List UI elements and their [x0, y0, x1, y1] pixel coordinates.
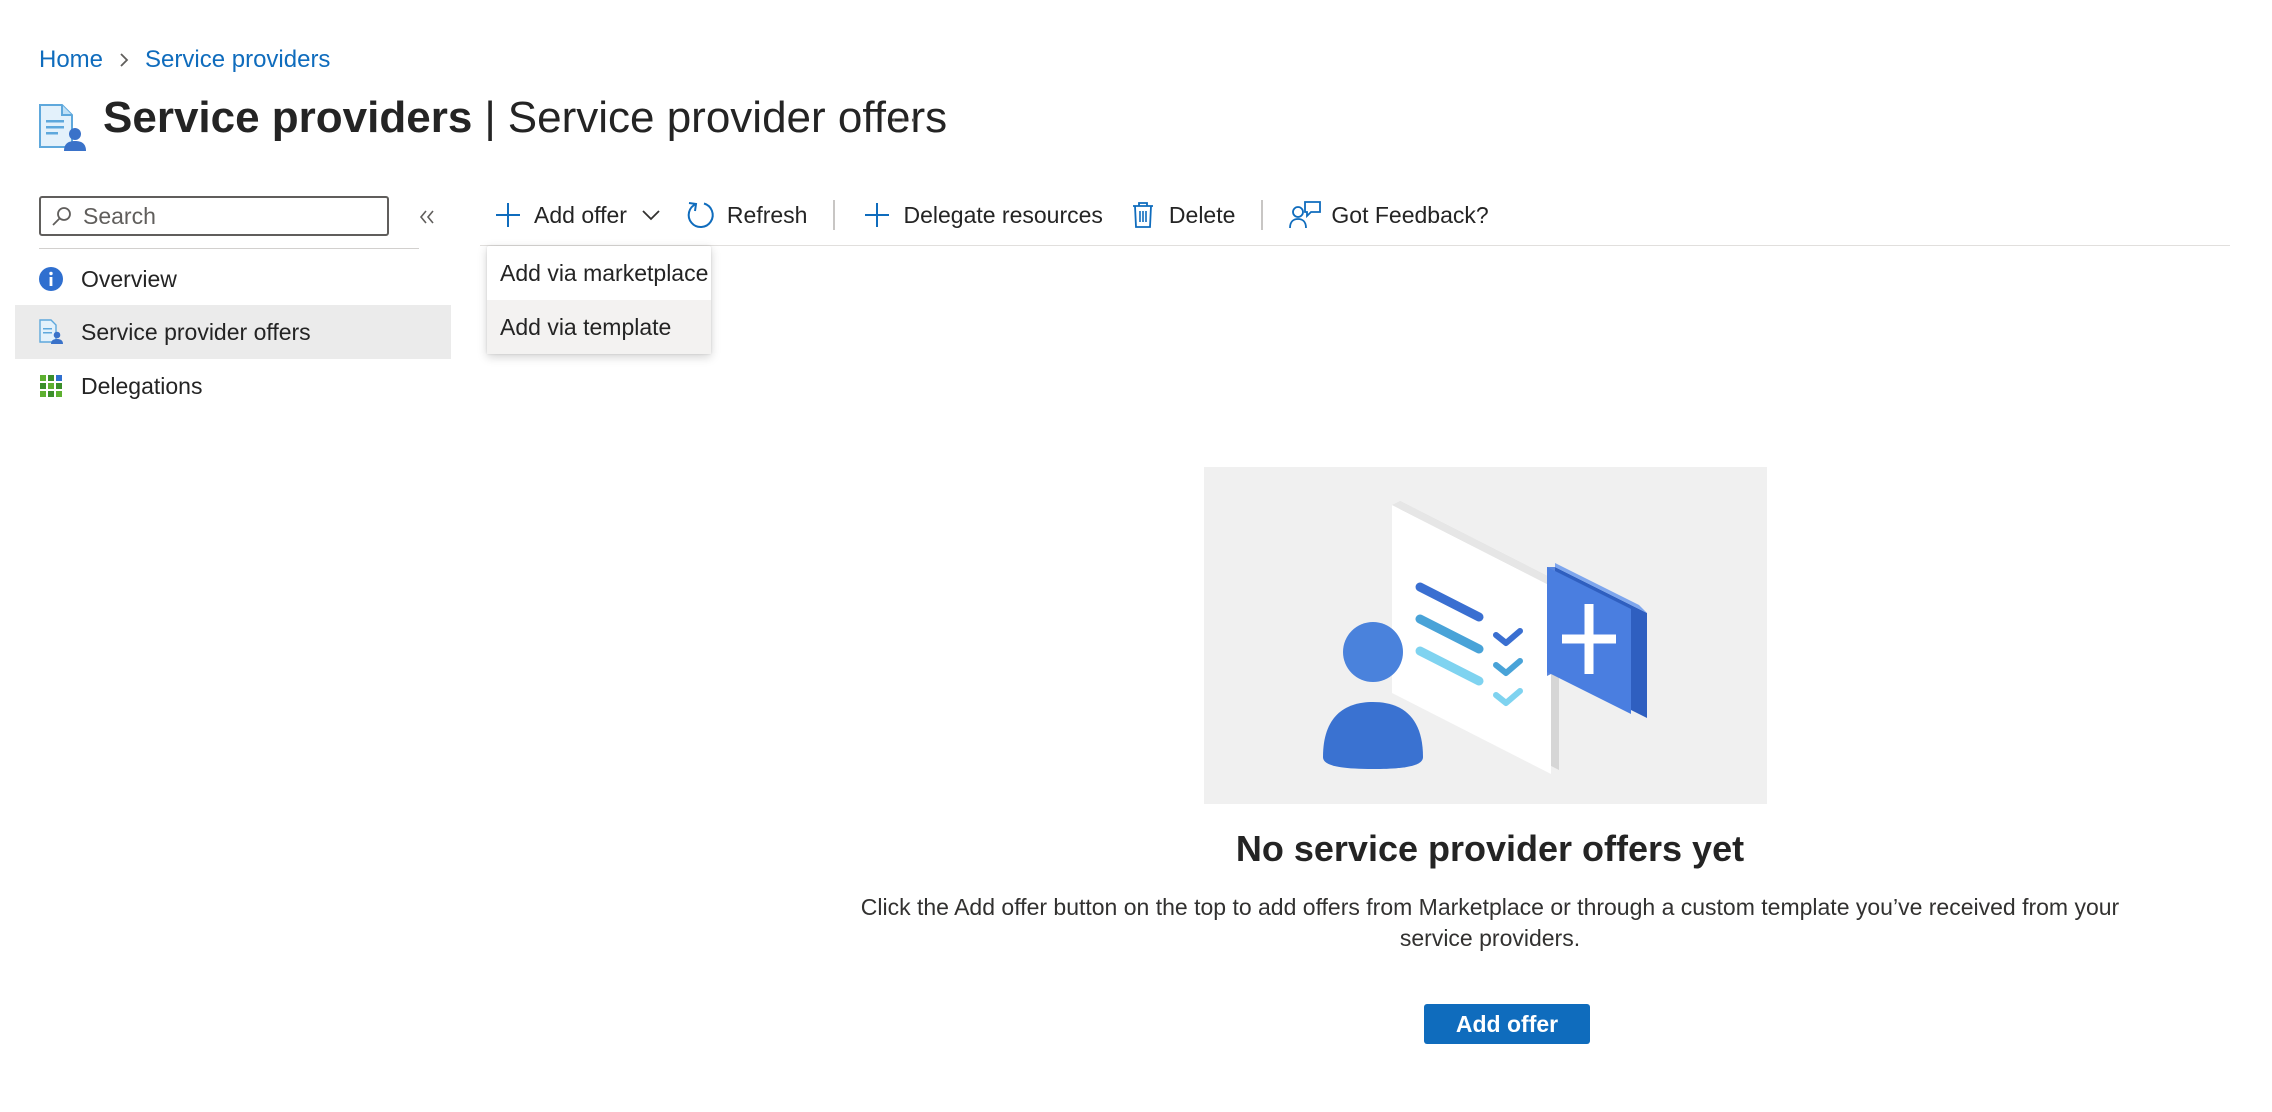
delete-button[interactable]: Delete — [1115, 188, 1247, 242]
double-chevron-left-icon — [419, 210, 434, 224]
nav-divider — [39, 248, 419, 249]
empty-state-title: No service provider offers yet — [1235, 828, 1745, 869]
offers-icon — [37, 318, 65, 346]
trash-icon — [1127, 199, 1159, 231]
menu-item-add-via-template[interactable]: Add via template — [487, 300, 711, 354]
page-title: Service providers | Service provider off… — [103, 86, 947, 150]
empty-state-illustration — [1204, 467, 1767, 804]
page-title-main: Service providers — [103, 93, 473, 142]
search-icon — [47, 201, 77, 231]
nav-item-label: Overview — [81, 265, 177, 292]
nav-search-input[interactable] — [77, 202, 379, 230]
collapse-menu-button[interactable] — [410, 200, 444, 234]
refresh-label: Refresh — [726, 201, 808, 228]
grid-icon — [37, 372, 65, 400]
page-title-sub: Service provider offers — [507, 93, 948, 142]
refresh-button[interactable]: Refresh — [673, 188, 820, 242]
empty-state-description: Click the Add offer button on the top to… — [860, 894, 2120, 951]
command-bar: Add offer Refresh Delegate resources Del… — [480, 188, 1501, 242]
more-options-button[interactable]: ··· — [886, 100, 922, 136]
feedback-icon — [1289, 199, 1322, 231]
chevron-right-icon — [117, 51, 131, 69]
nav-item-label: Service provider offers — [81, 318, 311, 345]
breadcrumb: Home Service providers — [39, 44, 330, 76]
add-offer-primary-button[interactable]: Add offer — [1424, 1004, 1590, 1044]
info-icon — [37, 265, 65, 293]
breadcrumb-home-link[interactable]: Home — [39, 46, 103, 74]
delete-label: Delete — [1168, 201, 1236, 228]
delegate-resources-button[interactable]: Delegate resources — [849, 188, 1114, 242]
nav-item-service-provider-offers[interactable]: Service provider offers — [15, 305, 451, 359]
toolbar-separator — [1261, 200, 1264, 230]
plus-icon — [492, 199, 524, 231]
nav-search-box[interactable] — [39, 196, 389, 236]
plus-icon — [861, 199, 893, 231]
command-bar-divider — [480, 245, 2230, 246]
nav-item-delegations[interactable]: Delegations — [15, 359, 451, 413]
service-provider-offers-icon — [38, 103, 88, 153]
nav-item-overview[interactable]: Overview — [15, 252, 451, 306]
feedback-label: Got Feedback? — [1331, 201, 1489, 228]
refresh-icon — [685, 199, 717, 231]
delegate-resources-label: Delegate resources — [903, 201, 1103, 228]
add-offer-menu-button[interactable]: Add offer — [480, 188, 673, 242]
add-offer-dropdown-menu: Add via marketplace Add via template — [487, 246, 711, 354]
chevron-down-icon — [641, 208, 661, 222]
add-offer-label: Add offer — [534, 201, 627, 228]
breadcrumb-service-providers-link[interactable]: Service providers — [145, 46, 330, 74]
menu-item-add-via-marketplace[interactable]: Add via marketplace — [487, 246, 711, 300]
nav-item-label: Delegations — [81, 372, 203, 399]
page-title-separator: | — [484, 93, 496, 142]
feedback-button[interactable]: Got Feedback? — [1277, 188, 1500, 242]
toolbar-separator — [833, 200, 836, 230]
